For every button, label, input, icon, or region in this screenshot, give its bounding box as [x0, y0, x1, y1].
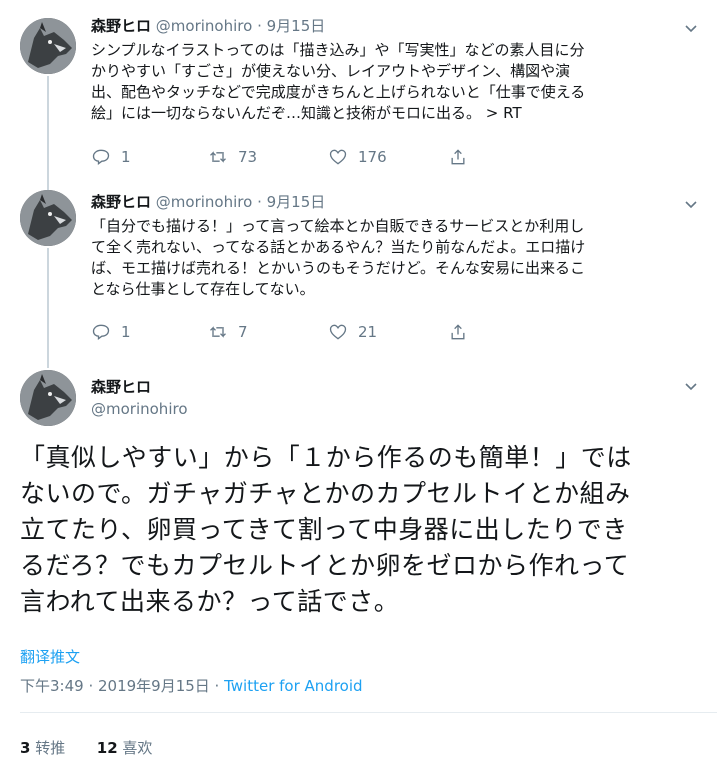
main-tweet-text-line: 「真似しやすい」から「１から作るのも簡単！」では [20, 443, 632, 472]
reply-count: 1 [121, 323, 131, 341]
author-name[interactable]: 森野ヒロ [91, 376, 151, 397]
reply-icon [92, 324, 110, 340]
author-name[interactable]: 森野ヒロ [91, 17, 151, 35]
tweet-text-line: て全く売れない、ってなる話とかあるやん？当たり前なんだよ。エロ描け [91, 238, 586, 256]
tweet-text-line: シンプルなイラストってのは「描き込み」や「写実性」などの素人目に分 [91, 41, 585, 59]
tweet-text-line: 絵」には一切ならないんだぞ…知識と技術がモロに出る。 > RT [91, 104, 522, 122]
separator-dot: · [257, 193, 262, 211]
author-handle[interactable]: @morinohiro [156, 17, 253, 35]
translate-link[interactable]: 翻译推文 [20, 646, 80, 667]
tweet-text-line: 出、配色やタッチなどで完成度がきちんと上げられないと「仕事で使える [91, 83, 586, 101]
separator-dot: · [257, 17, 262, 35]
author-name[interactable]: 森野ヒロ [91, 193, 151, 211]
tweet-date[interactable]: 9月15日 [267, 193, 326, 211]
thread-line [47, 248, 49, 368]
retweet-icon [210, 151, 226, 163]
main-tweet-text: 「真似しやすい」から「１から作るのも簡単！」では ないので。ガチャガチャとかのカ… [20, 440, 700, 620]
like-stat-label: 喜欢 [117, 739, 153, 757]
chevron-down-icon[interactable] [683, 196, 699, 212]
tweet-text-line: かりやすい「すごさ」が使えない分、レイアウトやデザイン、構図や演 [91, 62, 571, 80]
reply-icon [92, 149, 110, 165]
retweet-button[interactable]: 7 [208, 322, 248, 342]
tweet-text: シンプルなイラストってのは「描き込み」や「写実性」などの素人目に分 かりやすい「… [91, 40, 691, 124]
retweet-icon [210, 326, 226, 338]
like-count: 176 [358, 148, 387, 166]
tweet-date[interactable]: 9月15日 [267, 17, 326, 35]
share-icon [451, 149, 465, 165]
reply-button[interactable]: 1 [91, 147, 131, 167]
tweet-text-line: 「自分でも描ける！」って言って絵本とか自販できるサービスとか利用し [91, 217, 585, 235]
reply-count: 1 [121, 148, 131, 166]
reply-button[interactable]: 1 [91, 322, 131, 342]
main-tweet-text-line: ないので。ガチャガチャとかのカプセルトイとか組み [20, 479, 631, 508]
tweet-text: 「自分でも描ける！」って言って絵本とか自販できるサービスとか利用し て全く売れな… [91, 216, 691, 300]
avatar[interactable] [20, 370, 76, 426]
tweet-actions: 1 7 21 [91, 322, 511, 342]
main-tweet-text-line: 立てたり、卵買ってきて割って中身器に出したりでき [20, 515, 628, 544]
like-button[interactable]: 176 [328, 147, 387, 167]
avatar[interactable] [20, 18, 76, 74]
share-button[interactable] [448, 147, 478, 167]
tweet-header: 森野ヒロ @morinohiro · 9月15日 [91, 192, 325, 212]
wolf-avatar-image [20, 370, 76, 426]
like-button[interactable]: 21 [328, 322, 377, 342]
timestamp-text[interactable]: 下午3:49 · 2019年9月15日 · [20, 677, 224, 695]
like-count: 21 [358, 323, 378, 341]
retweet-count: 7 [238, 323, 248, 341]
tweet-text-line: ば、モエ描けば売れる！とかいうのもそうだけど。そんな安易に出来るこ [91, 259, 585, 277]
author-handle[interactable]: @morinohiro [156, 193, 253, 211]
tweet-text-line: となら仕事として存在してない。 [91, 280, 315, 298]
retweet-stat-label: 转推 [30, 739, 66, 757]
wolf-avatar-image [20, 18, 76, 74]
avatar[interactable] [20, 190, 76, 246]
retweet-count: 73 [238, 148, 258, 166]
like-stat-count: 12 [96, 739, 118, 757]
chevron-down-icon[interactable] [683, 378, 699, 394]
share-button[interactable] [448, 322, 478, 342]
main-tweet-text-line: 言われて出来るか？って話でさ。 [20, 587, 400, 616]
tweet-stats: 3 转推 12 喜欢 [20, 737, 152, 758]
retweet-stat-count: 3 [20, 739, 31, 757]
retweet-stat[interactable]: 3 转推 [20, 739, 65, 757]
chevron-down-icon[interactable] [683, 20, 699, 36]
tweet-header: 森野ヒロ @morinohiro · 9月15日 [91, 16, 325, 36]
main-tweet-text-line: るだろ？でもカプセルトイとか卵をゼロから作れって [20, 551, 630, 580]
heart-icon [329, 149, 347, 165]
divider [20, 712, 717, 713]
tweet-actions: 1 73 176 [91, 147, 511, 167]
tweet-timestamp: 下午3:49 · 2019年9月15日 · Twitter for Androi… [20, 675, 363, 696]
thread-line [47, 76, 49, 190]
wolf-avatar-image [20, 190, 76, 246]
heart-icon [329, 324, 347, 340]
share-icon [451, 324, 465, 340]
like-stat[interactable]: 12 喜欢 [97, 739, 153, 757]
source-link[interactable]: Twitter for Android [224, 677, 362, 695]
author-handle[interactable]: @morinohiro [91, 400, 188, 418]
retweet-button[interactable]: 73 [208, 147, 257, 167]
